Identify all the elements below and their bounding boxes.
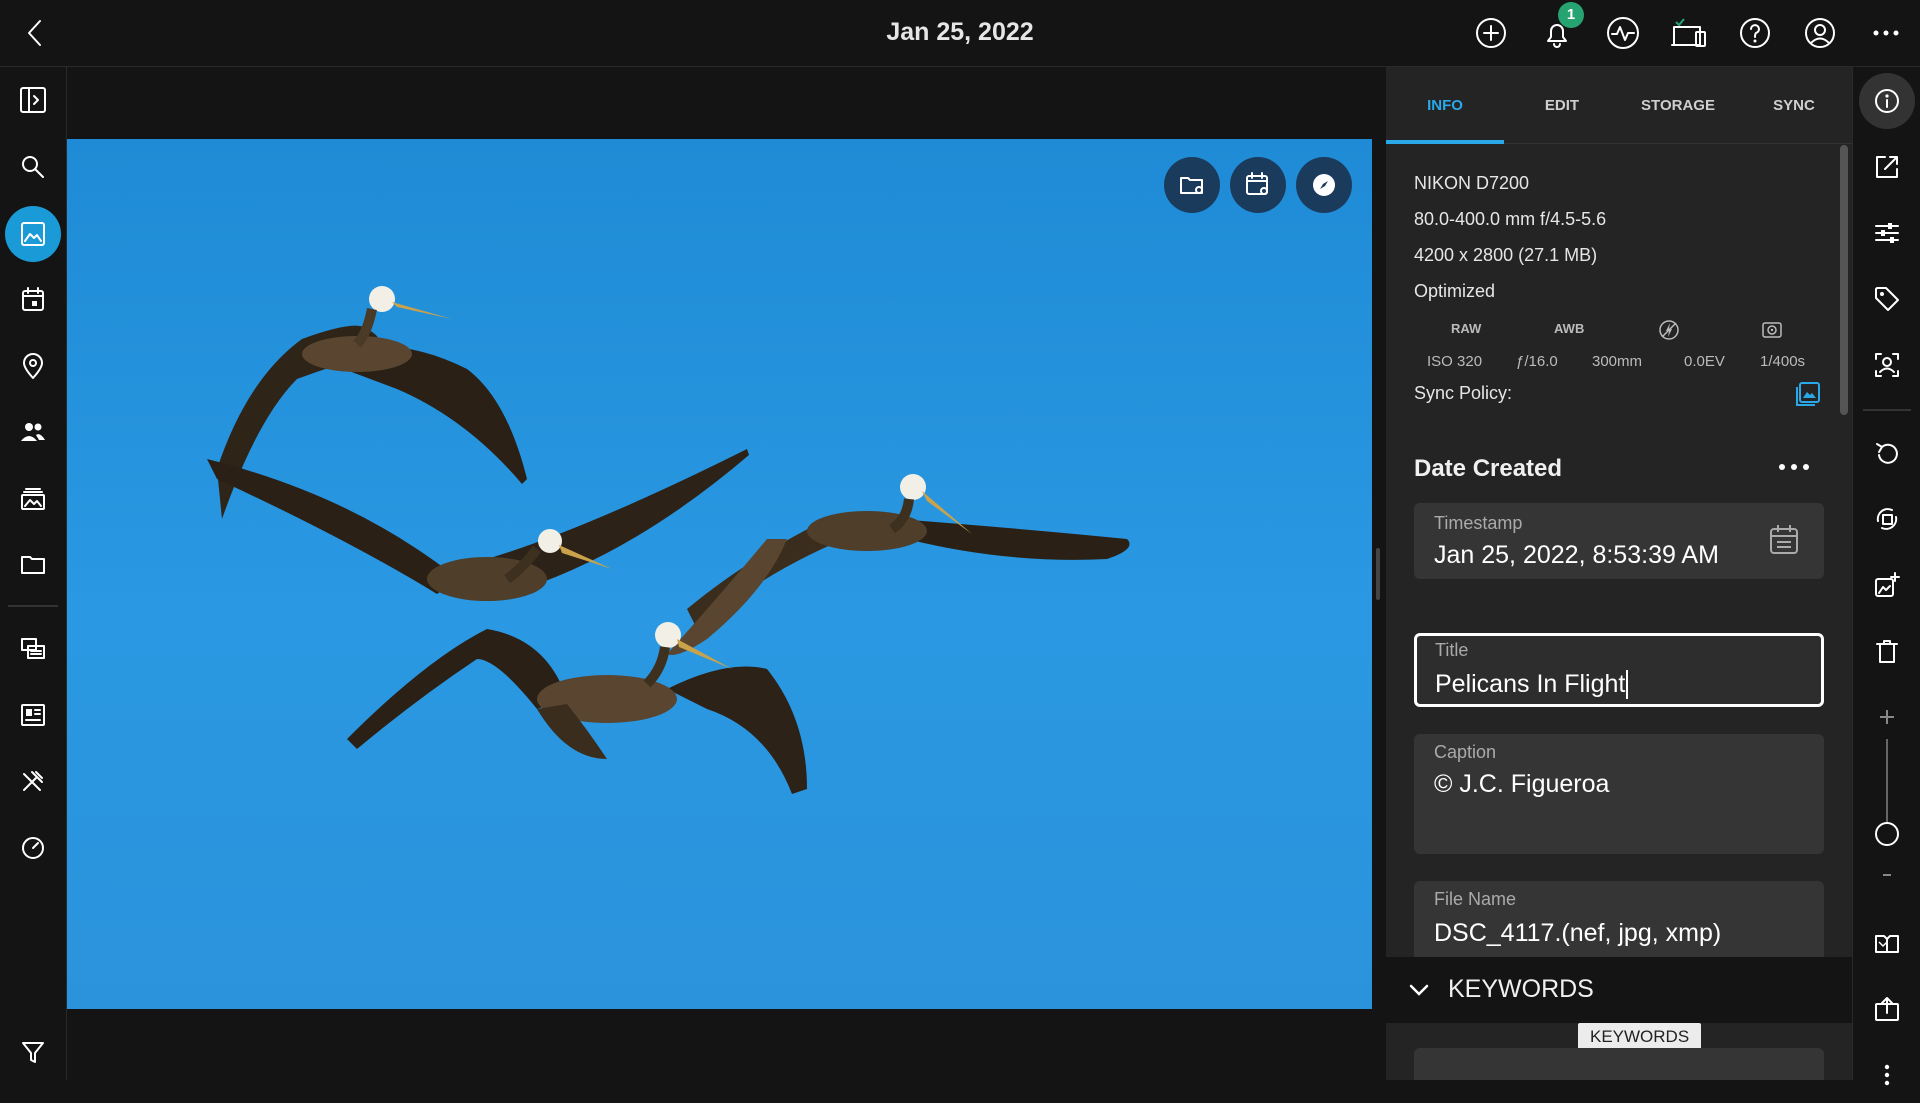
export-icon[interactable]	[1859, 981, 1915, 1037]
zoom-in-icon[interactable]	[1859, 689, 1915, 745]
panel-scrollbar[interactable]	[1840, 145, 1848, 415]
calendar-picker-icon[interactable]	[1768, 523, 1800, 557]
tab-sync[interactable]: SYNC	[1736, 97, 1852, 114]
tools-icon[interactable]	[5, 753, 61, 809]
back-icon[interactable]	[16, 14, 54, 52]
filter-icon[interactable]	[5, 1024, 61, 1080]
info-panel: INFO EDIT STORAGE SYNC NIKON D7200 80.0-…	[1386, 67, 1852, 1080]
camera-model: NIKON D7200	[1414, 173, 1530, 193]
exposure-value: 0.0EV	[1684, 353, 1725, 370]
file-name-value: DSC_4117.(nef, jpg, xmp)	[1434, 919, 1722, 947]
more-vertical-icon[interactable]	[1859, 1047, 1915, 1103]
rotate-icon[interactable]	[1859, 425, 1915, 481]
compass-icon[interactable]	[1296, 157, 1352, 213]
page-title: Jan 25, 2022	[886, 18, 1034, 46]
photos-icon[interactable]	[5, 206, 61, 262]
people-icon[interactable]	[5, 404, 61, 460]
file-name-label: File Name	[1434, 889, 1517, 909]
open-external-icon[interactable]	[1859, 139, 1915, 195]
folder-reveal-icon[interactable]	[1164, 157, 1220, 213]
account-icon[interactable]	[1801, 14, 1839, 52]
timestamp-value: Jan 25, 2022, 8:53:39 AM	[1434, 541, 1719, 569]
help-icon[interactable]	[1736, 14, 1774, 52]
right-tool-rail	[1852, 67, 1920, 1086]
date-options-icon[interactable]	[1776, 455, 1812, 479]
focal-length-value: 300mm	[1592, 353, 1643, 370]
sync-policy-icon[interactable]	[1794, 380, 1822, 408]
tag-icon[interactable]	[1859, 271, 1915, 327]
aperture-value: ƒ/16.0	[1516, 353, 1558, 370]
photo-viewer	[67, 67, 1372, 1080]
timestamp-label: Timestamp	[1434, 513, 1523, 533]
compare-icon[interactable]	[1859, 915, 1915, 971]
top-bar: Jan 25, 2022 1	[0, 0, 1920, 67]
trash-icon[interactable]	[1859, 623, 1915, 679]
folder-icon[interactable]	[5, 536, 61, 592]
zoom-out-icon[interactable]	[1859, 847, 1915, 903]
adjustments-icon[interactable]	[1859, 205, 1915, 261]
image-dimensions: 4200 x 2800 (27.1 MB)	[1414, 245, 1598, 265]
more-icon[interactable]	[1867, 14, 1905, 52]
zoom-slider-handle[interactable]	[1875, 822, 1899, 846]
left-navigation-rail	[0, 67, 67, 1080]
info-icon[interactable]	[1859, 73, 1915, 129]
awb-label: AWB	[1554, 321, 1585, 336]
iso-value: ISO 320	[1427, 353, 1483, 370]
calendar-reveal-icon[interactable]	[1230, 157, 1286, 213]
timestamp-field[interactable]: Timestamp Jan 25, 2022, 8:53:39 AM	[1414, 503, 1824, 579]
transform-icon[interactable]	[1859, 491, 1915, 547]
caption-input[interactable]: © J.C. Figueroa	[1434, 770, 1609, 799]
title-field[interactable]: Title Pelicans In Flight	[1414, 633, 1824, 707]
notification-badge: 1	[1558, 2, 1584, 28]
add-icon[interactable]	[1472, 14, 1510, 52]
panel-tabs: INFO EDIT STORAGE SYNC	[1386, 67, 1852, 144]
chevron-down-icon	[1406, 977, 1432, 1003]
metering-icon	[1761, 319, 1783, 341]
date-created-heading: Date Created	[1414, 455, 1563, 482]
search-icon[interactable]	[5, 139, 61, 195]
keywords-section-header[interactable]: KEYWORDS	[1386, 957, 1852, 1023]
photo-pelicans[interactable]	[67, 139, 1372, 1009]
tab-edit[interactable]: EDIT	[1504, 97, 1620, 114]
caption-field[interactable]: Caption © J.C. Figueroa	[1414, 734, 1824, 854]
dashboard-icon[interactable]	[5, 687, 61, 743]
file-name-field[interactable]: File Name DSC_4117.(nef, jpg, xmp)	[1414, 881, 1824, 961]
add-to-album-icon[interactable]	[1859, 557, 1915, 613]
sync-policy-label: Sync Policy:	[1414, 383, 1513, 403]
panel-resize-handle[interactable]	[1376, 548, 1380, 600]
map-pin-icon[interactable]	[5, 338, 61, 394]
caption-label: Caption	[1434, 742, 1497, 762]
zoom-slider-track[interactable]	[1886, 739, 1888, 827]
face-icon[interactable]	[1859, 337, 1915, 393]
duplicates-icon[interactable]	[5, 621, 61, 677]
activity-icon[interactable]	[1604, 14, 1642, 52]
devices-icon[interactable]	[1670, 14, 1708, 52]
keyword-input-field[interactable]	[1414, 1048, 1824, 1080]
active-tab-indicator	[1386, 140, 1504, 144]
lens-info: 80.0-400.0 mm f/4.5-5.6	[1414, 209, 1607, 229]
raw-label: RAW	[1451, 321, 1482, 336]
tab-info[interactable]: INFO	[1386, 97, 1504, 114]
speed-icon[interactable]	[5, 819, 61, 875]
sidebar-toggle-icon[interactable]	[5, 72, 61, 128]
keywords-heading: KEYWORDS	[1448, 975, 1594, 1003]
keywords-tooltip: KEYWORDS	[1578, 1023, 1702, 1051]
flash-off-icon	[1658, 319, 1680, 341]
optimization-status: Optimized	[1414, 281, 1496, 301]
title-label: Title	[1435, 640, 1469, 660]
title-input[interactable]: Pelicans In Flight	[1435, 670, 1629, 699]
tab-storage[interactable]: STORAGE	[1620, 97, 1736, 114]
albums-icon[interactable]	[5, 470, 61, 526]
calendar-icon[interactable]	[5, 272, 61, 328]
shutter-value: 1/400s	[1760, 353, 1806, 370]
